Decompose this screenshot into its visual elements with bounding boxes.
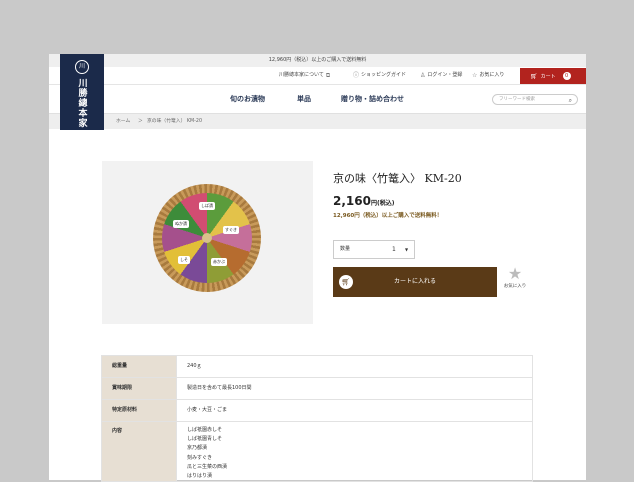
favorite-button[interactable]: ★ お気に入り bbox=[499, 264, 531, 290]
product-price: 2,160円(税込) bbox=[333, 194, 395, 208]
breadcrumb-home[interactable]: ホーム bbox=[116, 114, 130, 129]
main-nav: 旬のお漬物 単品 贈り物・詰め合わせ フリーワード検索 ⌕ bbox=[49, 85, 586, 114]
user-icon: ♙ bbox=[420, 72, 426, 79]
nav-item-single[interactable]: 単品 bbox=[297, 85, 311, 113]
free-shipping-banner: 12,960円（税込）以上のご購入で送料無料 bbox=[49, 54, 586, 67]
package-label: 赤かぶ bbox=[211, 258, 227, 266]
brand-logo[interactable]: 川 川勝總本家 bbox=[60, 54, 104, 130]
bamboo-basket: しば漬 すぐき 赤かぶ しそ ぬか漬 bbox=[153, 184, 261, 292]
logo-text: 川勝總本家 bbox=[76, 78, 87, 128]
logo-mark: 川 bbox=[75, 60, 89, 74]
about-link[interactable]: 川勝總本家について ⧉ bbox=[279, 67, 330, 84]
search-input[interactable]: フリーワード検索 ⌕ bbox=[492, 94, 578, 105]
table-row: 特定原材料 小麦・大豆・ごま bbox=[101, 399, 533, 422]
cart-count-badge: 0 bbox=[562, 72, 571, 80]
table-row: 賞味期限 製造日を含めて最長100日間 bbox=[101, 377, 533, 400]
star-icon: ★ bbox=[507, 264, 523, 283]
package-label: ぬか漬 bbox=[173, 220, 189, 228]
list-item: 瓜と三生菜の西漬 bbox=[187, 463, 228, 470]
product-image: しば漬 すぐき 赤かぶ しそ ぬか漬 bbox=[102, 161, 313, 324]
list-item: 刻みすぐき bbox=[187, 454, 213, 461]
table-row: 総重量 240ｇ bbox=[101, 355, 533, 378]
table-row: 内容 しば祇園赤しそ しば祇園青しそ 京乃都漬 刻みすぐき 瓜と三生菜の西漬 は… bbox=[101, 420, 533, 482]
quantity-value: 1 bbox=[392, 246, 396, 253]
product-title: 京の味〈竹篭入〉 KM-20 bbox=[333, 172, 462, 185]
breadcrumb-separator: ＞ bbox=[138, 119, 143, 124]
nav-item-gifts[interactable]: 贈り物・詰め合わせ bbox=[341, 85, 404, 113]
external-link-icon: ⧉ bbox=[325, 72, 331, 79]
favorites-link[interactable]: ☆ お気に入り bbox=[472, 67, 504, 84]
list-item: しば祇園赤しそ bbox=[187, 427, 223, 433]
add-to-cart-button[interactable]: 🛒︎ カートに入れる bbox=[333, 267, 497, 297]
list-item: しば祇園青しそ bbox=[187, 436, 223, 443]
list-item: 京乃都漬 bbox=[187, 445, 208, 452]
package-label: しば漬 bbox=[199, 202, 215, 210]
shopping-guide-link[interactable]: ⓘ ショッピングガイド bbox=[353, 67, 406, 84]
quantity-select[interactable]: 数量 1 ▼ bbox=[333, 240, 415, 259]
quantity-label: 数量 bbox=[340, 246, 351, 252]
nav-item-seasonal[interactable]: 旬のお漬物 bbox=[230, 85, 265, 113]
star-icon: ☆ bbox=[472, 72, 478, 79]
info-icon: ⓘ bbox=[353, 72, 360, 79]
free-shipping-note: 12,960円（税込）以上ご購入で送料無料！ bbox=[333, 213, 443, 219]
search-icon[interactable]: ⌕ bbox=[569, 96, 572, 105]
login-link[interactable]: ♙ ログイン・登録 bbox=[420, 67, 462, 84]
cart-button[interactable]: 🛒︎ カート 0 bbox=[520, 68, 586, 84]
spec-table: 総重量 240ｇ 賞味期限 製造日を含めて最長100日間 特定原材料 小麦・大豆… bbox=[101, 355, 533, 482]
cart-icon: 🛒︎ bbox=[530, 72, 538, 80]
package-label: すぐき bbox=[223, 226, 239, 234]
chevron-down-icon: ▼ bbox=[405, 247, 409, 252]
breadcrumb: ホーム ＞ 京の味（竹篭入） KM-20 bbox=[49, 114, 586, 129]
utility-bar: 川勝總本家について ⧉ ⓘ ショッピングガイド ♙ ログイン・登録 ☆ お気に入… bbox=[49, 67, 586, 85]
contents-list: しば祇園赤しそ しば祇園青しそ 京乃都漬 刻みすぐき 瓜と三生菜の西漬 はりはり… bbox=[176, 420, 533, 482]
breadcrumb-current: 京の味（竹篭入） KM-20 bbox=[147, 119, 203, 124]
package-label: しそ bbox=[178, 256, 190, 264]
cart-icon: 🛒︎ bbox=[339, 275, 353, 289]
